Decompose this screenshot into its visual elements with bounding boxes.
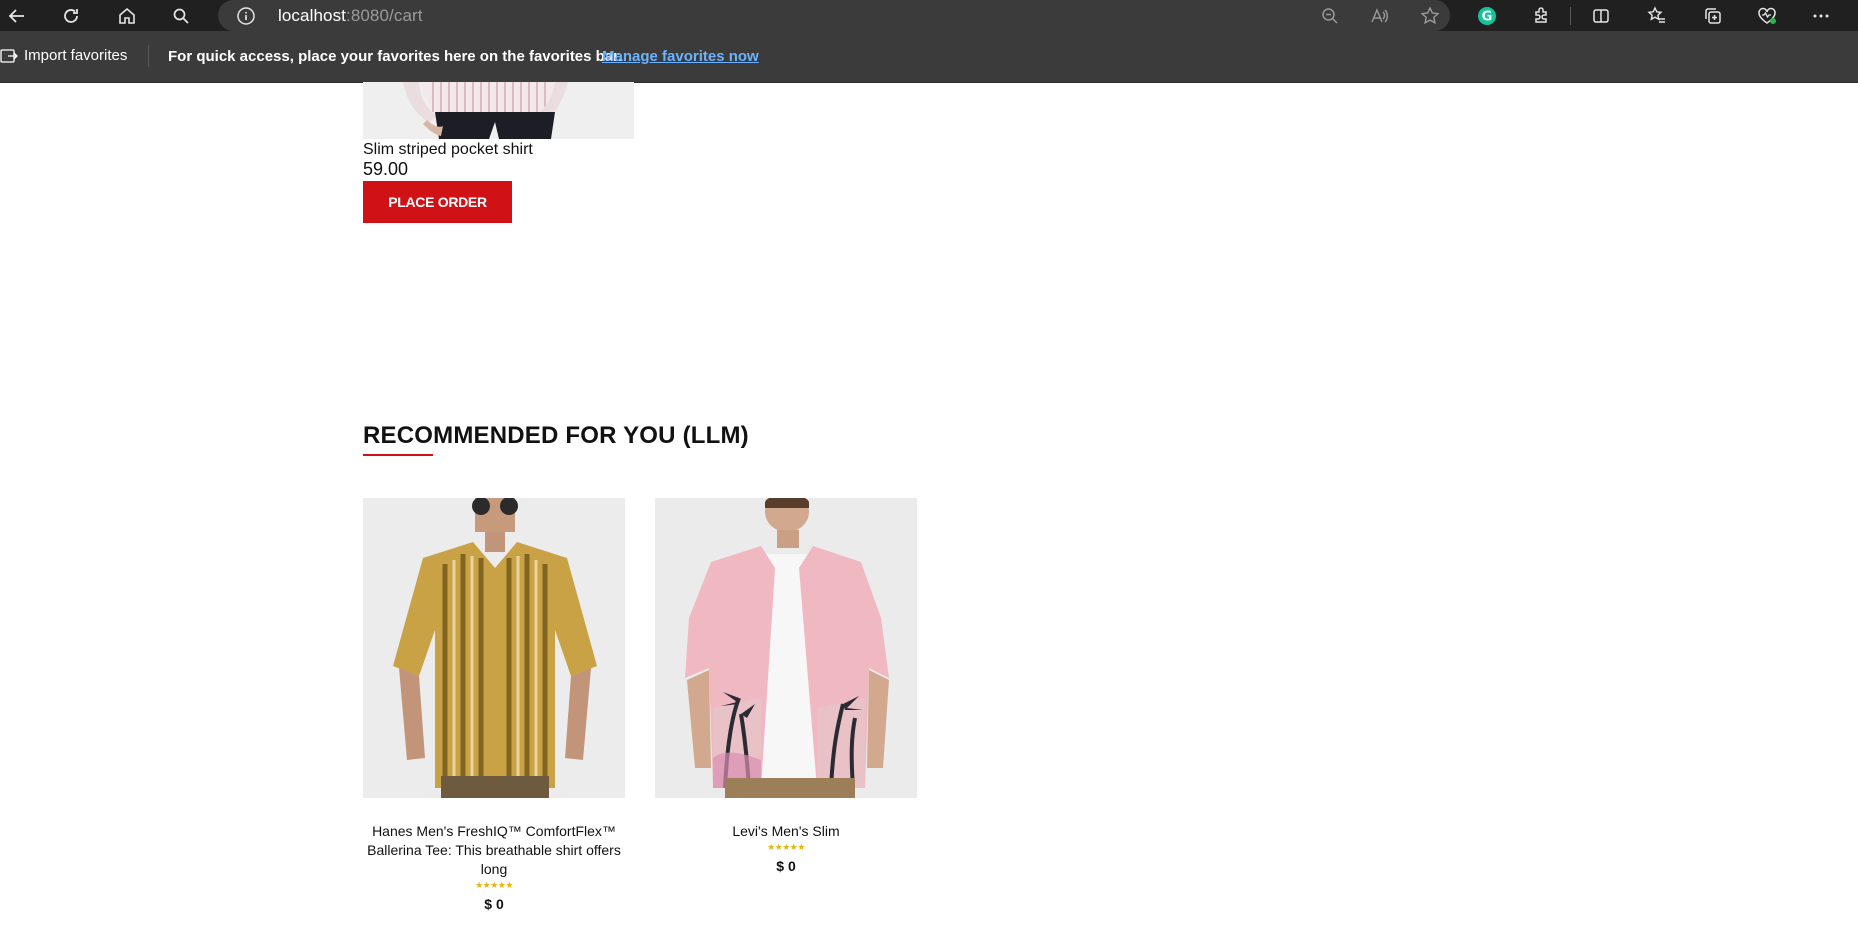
url-text[interactable]: localhost:8080/cart bbox=[278, 6, 423, 26]
browser-essentials-icon[interactable] bbox=[1754, 3, 1780, 29]
read-aloud-icon[interactable] bbox=[1368, 4, 1392, 28]
product-price: $ 0 bbox=[776, 858, 796, 874]
search-icon[interactable] bbox=[168, 3, 194, 29]
place-order-button[interactable]: PLACE ORDER bbox=[363, 181, 512, 223]
back-icon[interactable] bbox=[4, 3, 30, 29]
more-icon[interactable] bbox=[1808, 3, 1834, 29]
url-path: :8080/cart bbox=[346, 6, 423, 25]
recommended-heading: RECOMMENDED FOR YOU (LLM) bbox=[363, 422, 749, 449]
cart-item-name[interactable]: Slim striped pocket shirt bbox=[363, 141, 533, 159]
home-icon[interactable] bbox=[114, 3, 140, 29]
product-card[interactable]: Hanes Men's FreshIQ™ ComfortFlex™ Baller… bbox=[363, 498, 625, 912]
favorites-bar: Import favorites For quick access, place… bbox=[0, 31, 1858, 83]
import-favorites-button[interactable]: Import favorites bbox=[0, 47, 127, 64]
import-icon bbox=[0, 48, 18, 63]
import-favorites-label: Import favorites bbox=[24, 47, 128, 64]
refresh-icon[interactable] bbox=[58, 3, 84, 29]
address-bar[interactable]: localhost:8080/cart bbox=[218, 0, 1450, 31]
product-price: $ 0 bbox=[484, 896, 504, 912]
info-icon[interactable] bbox=[236, 6, 256, 26]
extensions-icon[interactable] bbox=[1528, 3, 1554, 29]
product-title[interactable]: Levi's Men's Slim bbox=[655, 822, 917, 841]
rating-stars: ★★★★★ bbox=[475, 880, 513, 890]
url-host: localhost bbox=[278, 6, 346, 25]
cart-item-image bbox=[363, 82, 634, 139]
favorites-message: For quick access, place your favorites h… bbox=[168, 48, 623, 65]
browser-toolbar: localhost:8080/cart G bbox=[0, 0, 1858, 31]
cart-page: Slim striped pocket shirt 59.00 PLACE OR… bbox=[0, 82, 1858, 940]
collections-icon[interactable] bbox=[1700, 3, 1726, 29]
rating-stars: ★★★★★ bbox=[767, 842, 805, 852]
manage-favorites-link[interactable]: Manage favorites now bbox=[602, 48, 759, 65]
product-image[interactable] bbox=[655, 498, 917, 798]
favorites-separator bbox=[148, 45, 149, 67]
split-screen-icon[interactable] bbox=[1588, 3, 1614, 29]
favorite-star-icon[interactable] bbox=[1418, 4, 1442, 28]
toolbar-divider bbox=[1570, 7, 1571, 25]
product-image[interactable] bbox=[363, 498, 625, 798]
cart-item-price: 59.00 bbox=[363, 159, 409, 179]
grammarly-icon[interactable]: G bbox=[1474, 3, 1500, 29]
product-title[interactable]: Hanes Men's FreshIQ™ ComfortFlex™ Baller… bbox=[363, 822, 625, 879]
favorites-icon[interactable] bbox=[1644, 3, 1670, 29]
zoom-out-icon[interactable] bbox=[1318, 4, 1342, 28]
svg-text:G: G bbox=[1482, 10, 1493, 25]
product-card[interactable]: Levi's Men's Slim ★★★★★ $ 0 bbox=[655, 498, 917, 874]
heading-underline bbox=[363, 454, 433, 456]
